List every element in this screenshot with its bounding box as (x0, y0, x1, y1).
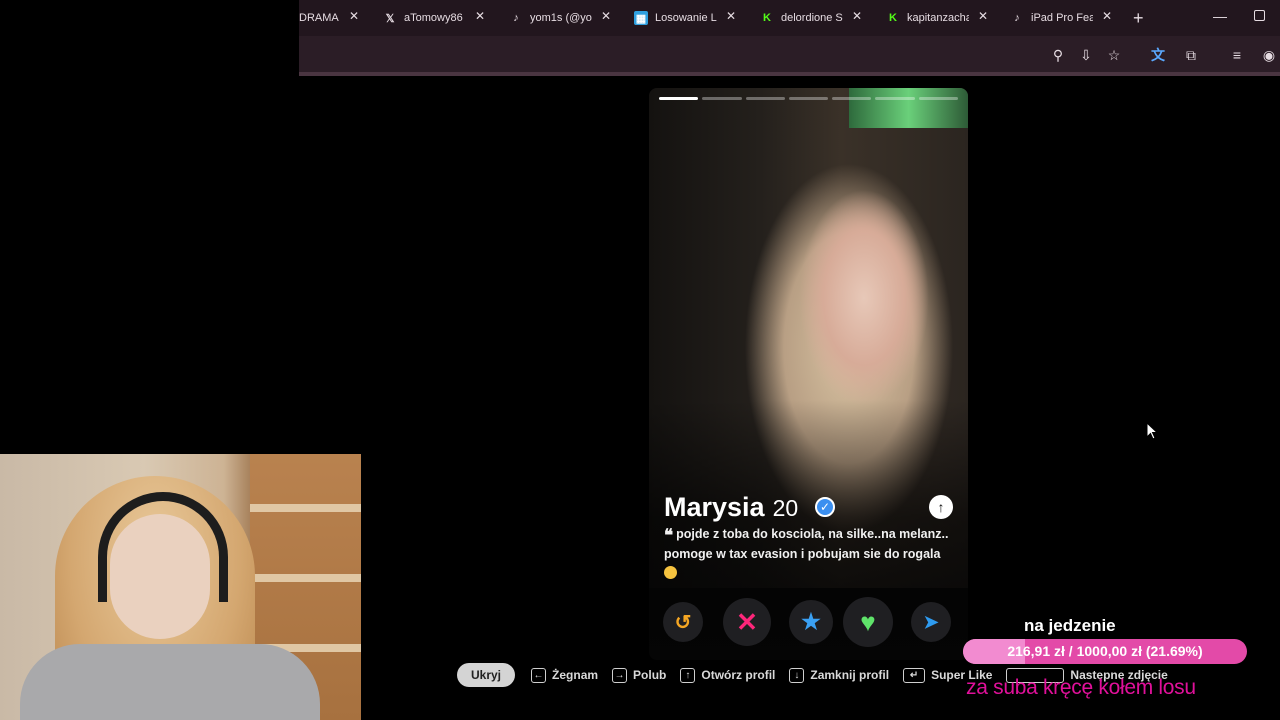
shortcut-label: Otwórz profil (701, 668, 776, 682)
photo-progress-bar (659, 97, 958, 100)
paper-plane-icon: ➤ (923, 611, 939, 632)
profile-icon[interactable]: ◉ (1261, 47, 1277, 63)
tab-title: yom1s (@yo (530, 12, 592, 24)
heart-icon: ♥ (860, 606, 876, 637)
down-arrow-key-icon: ↓ (789, 667, 805, 683)
translate-extension-icon[interactable]: 文 (1150, 47, 1166, 63)
rewind-button[interactable]: ↺ (663, 602, 703, 642)
tab-close-icon[interactable]: ✕ (724, 9, 738, 23)
shortcut-open-profile[interactable]: ↑ Otwórz profil (680, 667, 776, 683)
media-controls-icon[interactable]: ≡ (1229, 47, 1245, 63)
shortcut-close-profile[interactable]: ↓ Zamknij profil (789, 667, 890, 683)
verified-badge-icon: ✓ (815, 497, 835, 517)
tab-title: iPad Pro Feat (1031, 12, 1093, 24)
emoji-icon (664, 566, 677, 579)
up-arrow-key-icon: ↑ (680, 667, 696, 683)
install-app-icon[interactable]: ⇩ (1078, 47, 1094, 63)
action-buttons: ↺ ✕ ★ ♥ ➤ (663, 597, 958, 647)
bio-text: pojde z toba do kosciola, na silke..na m… (664, 527, 949, 561)
tab-close-icon[interactable]: ✕ (1100, 9, 1114, 23)
profile-name-row: Marysia 20 (664, 492, 798, 523)
new-tab-button[interactable]: + (1133, 8, 1144, 29)
puzzle-grid-icon: ▦ (634, 11, 648, 25)
tab-x-profile[interactable]: 𝕏 aTomowy86 ✕ (383, 7, 487, 29)
tab-title: delordione St (781, 12, 843, 24)
donation-goal-label: na jedzenie (1024, 616, 1116, 635)
tab-title: DRAMA (299, 12, 339, 24)
left-arrow-key-icon: ← (531, 667, 547, 683)
super-like-button[interactable]: ★ (789, 600, 833, 644)
browser-window: DRAMA ✕ 𝕏 aTomowy86 ✕ ♪ yom1s (@yo ✕ ▦ L… (299, 0, 1280, 76)
photo-progress-segment (745, 97, 785, 100)
tab-title: Losowanie Li (655, 12, 717, 24)
location-pin-icon[interactable]: ⚲ (1050, 47, 1066, 63)
browser-toolbar: ⚲ ⇩ ☆ 文 ⧉ ≡ ◉ (299, 36, 1280, 76)
tab-close-icon[interactable]: ✕ (850, 9, 864, 23)
nope-button[interactable]: ✕ (723, 598, 771, 646)
profile-age: 20 (772, 495, 799, 521)
shortcut-nope[interactable]: ← Żegnam (531, 667, 599, 683)
x-logo-icon: 𝕏 (385, 12, 395, 25)
tab-title: kapitanzacha (907, 12, 969, 24)
shortcut-like[interactable]: → Polub (612, 667, 667, 683)
tab-close-icon[interactable]: ✕ (473, 9, 487, 23)
tab-tiktok-yom1s[interactable]: ♪ yom1s (@yo ✕ (509, 7, 613, 29)
tab-tiktok-ipad[interactable]: ♪ iPad Pro Feat ✕ (1010, 7, 1114, 29)
tab-losowanie[interactable]: ▦ Losowanie Li ✕ (634, 7, 738, 29)
photo-progress-segment (832, 97, 872, 100)
profile-card[interactable]: Marysia 20 ✓ ↑ ❝ pojde z toba do kosciola… (649, 88, 968, 660)
tab-drama[interactable]: DRAMA ✕ (299, 7, 361, 29)
tab-title: aTomowy86 (404, 12, 463, 24)
tab-strip: DRAMA ✕ 𝕏 aTomowy86 ✕ ♪ yom1s (@yo ✕ ▦ L… (299, 0, 1280, 36)
quote-icon: ❝ (664, 526, 674, 545)
shortcut-label: Żegnam (552, 668, 599, 682)
photo-progress-segment (702, 97, 742, 100)
rewind-icon: ↺ (674, 611, 692, 634)
enter-key-icon: ↵ (903, 667, 926, 683)
photo-progress-segment (875, 97, 915, 100)
tiktok-icon: ♪ (513, 12, 519, 24)
profile-bio: ❝ pojde z toba do kosciola, na silke..na … (664, 525, 959, 583)
donation-goal-bar: 216,91 zł / 1000,00 zł (21.69%) (963, 639, 1247, 664)
tiktok-icon: ♪ (1014, 12, 1020, 24)
bookmark-star-icon[interactable]: ☆ (1106, 47, 1122, 63)
kick-logo-icon: K (889, 12, 897, 24)
extensions-icon[interactable]: ⧉ (1183, 47, 1199, 63)
minimize-icon[interactable]: — (1213, 8, 1227, 24)
tab-close-icon[interactable]: ✕ (599, 9, 613, 23)
shortcut-label: Polub (633, 668, 667, 682)
shortcut-label: Zamknij profil (810, 668, 890, 682)
tab-close-icon[interactable]: ✕ (976, 9, 990, 23)
photo-progress-segment (659, 97, 699, 100)
hide-shortcuts-button[interactable]: Ukryj (457, 663, 516, 687)
tab-kick-kapitanzacha[interactable]: K kapitanzacha ✕ (886, 7, 990, 29)
photo-progress-segment (788, 97, 829, 100)
profile-name: Marysia (664, 492, 765, 522)
tab-kick-delordione[interactable]: K delordione St ✕ (760, 7, 864, 29)
photo-background-light (849, 88, 968, 128)
like-button[interactable]: ♥ (843, 597, 893, 647)
kick-logo-icon: K (763, 12, 771, 24)
sub-reward-text: za suba kręcę kołem losu (966, 676, 1196, 699)
send-button[interactable]: ➤ (911, 602, 951, 642)
close-x-icon: ✕ (736, 606, 758, 637)
star-icon: ★ (801, 609, 821, 634)
restore-icon[interactable] (1254, 10, 1265, 21)
open-profile-arrow-icon[interactable]: ↑ (929, 495, 953, 519)
webcam-streamer-body (20, 644, 320, 720)
photo-progress-segment (918, 97, 958, 100)
webcam-feed (0, 454, 361, 720)
donation-goal-text: 216,91 zł / 1000,00 zł (21.69%) (1007, 643, 1203, 659)
right-arrow-key-icon: → (612, 667, 628, 683)
tab-close-icon[interactable]: ✕ (347, 9, 361, 23)
